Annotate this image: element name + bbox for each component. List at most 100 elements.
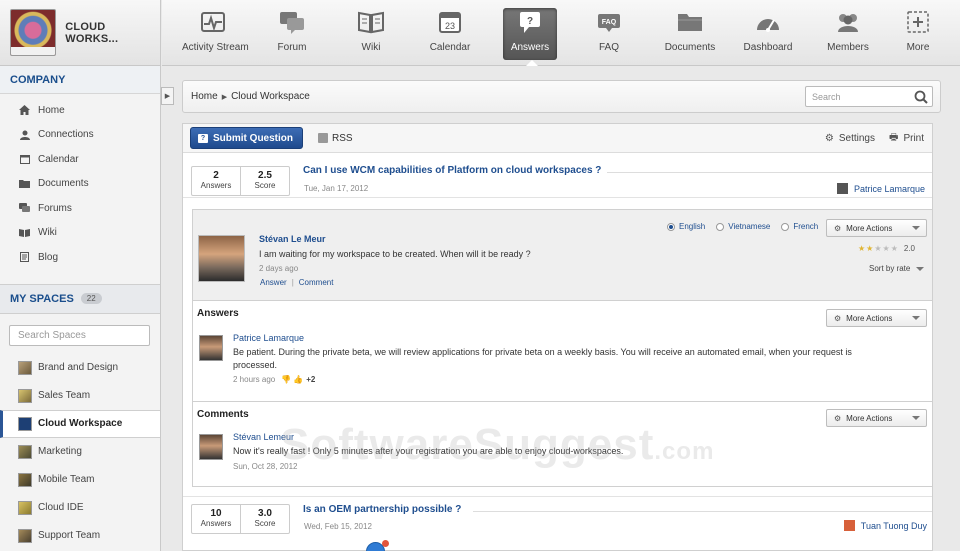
- chevron-right-icon: ▶: [221, 93, 228, 101]
- space-label: Mobile Team: [38, 474, 95, 485]
- question-detail: Stévan Le Meur I am waiting for my works…: [192, 209, 932, 487]
- rating-stars[interactable]: ★★ ★★★ 2.0: [858, 244, 915, 253]
- question-age: 2 days ago: [259, 264, 299, 273]
- tool-forum[interactable]: Forum: [261, 8, 323, 60]
- comment-text: Now it's really fast ! Only 5 minutes af…: [233, 446, 624, 456]
- chevron-down-icon: [912, 416, 920, 420]
- sort-dropdown[interactable]: Sort by rate: [869, 264, 925, 273]
- answer-link[interactable]: Answer: [260, 278, 287, 287]
- language-option-vietnamese[interactable]: Vietnamese: [716, 222, 770, 231]
- sidebar-item-wiki[interactable]: Wiki: [0, 221, 160, 246]
- rss-link[interactable]: RSS: [318, 133, 353, 144]
- app-toolbar: Activity Stream Forum Wiki 23 Calendar ?…: [162, 0, 960, 66]
- more-actions-label: More Actions: [846, 313, 893, 323]
- question-title[interactable]: Is an OEM partnership possible ?: [303, 504, 461, 515]
- asker-name[interactable]: Stévan Le Meur: [259, 234, 326, 244]
- tool-label: Answers: [510, 42, 550, 53]
- author-name: Tuan Tuong Duy: [860, 520, 927, 531]
- space-item-marketing[interactable]: Marketing: [0, 438, 160, 466]
- sidebar-item-home[interactable]: Home: [0, 98, 160, 123]
- radio: [781, 222, 790, 231]
- avatar[interactable]: [199, 335, 223, 361]
- submit-question-label: Submit Question: [213, 132, 293, 144]
- breadcrumb-current: Cloud Workspace: [231, 91, 310, 102]
- more-actions-label: More Actions: [846, 223, 893, 233]
- language-option-french[interactable]: French: [781, 222, 818, 231]
- question-date: Wed, Feb 15, 2012: [304, 522, 372, 531]
- thumbs-up-icon[interactable]: 👍: [293, 375, 303, 384]
- faq-icon: FAQ: [578, 8, 640, 36]
- space-thumbnail: [18, 472, 32, 487]
- submit-question-button[interactable]: ? Submit Question: [190, 127, 303, 149]
- tool-activity-stream[interactable]: Activity Stream: [182, 8, 249, 60]
- more-actions-button[interactable]: ⚙ More Actions: [826, 309, 927, 327]
- comment-date: Sun, Oct 28, 2012: [233, 462, 298, 471]
- tool-wiki[interactable]: Wiki: [340, 8, 402, 60]
- search-spaces-input[interactable]: Search Spaces: [9, 324, 150, 346]
- space-item-support-team[interactable]: Support Team: [0, 522, 160, 550]
- tool-answers[interactable]: ? Answers: [503, 8, 557, 60]
- space-item-cloud-ide[interactable]: Cloud IDE: [0, 494, 160, 522]
- space-item-brand-and-design[interactable]: Brand and Design: [0, 354, 160, 382]
- sidebar-item-documents[interactable]: Documents: [0, 172, 160, 197]
- question-text: I am waiting for my workspace to be crea…: [259, 249, 531, 259]
- comment-author[interactable]: Stévan Lemeur: [233, 432, 294, 442]
- thumbs-down-icon[interactable]: 👎: [281, 375, 291, 384]
- question-title[interactable]: Can I use WCM capabilities of Platform o…: [303, 165, 601, 176]
- actions-bar: ? Submit Question RSS ⚙ Settings 🖶 Print: [183, 124, 932, 153]
- more-actions-button[interactable]: ⚙ More Actions: [826, 219, 927, 237]
- search-icon[interactable]: [914, 90, 928, 104]
- space-label: Cloud Workspace: [38, 418, 123, 429]
- faq-icon-text: FAQ: [602, 19, 617, 26]
- space-item-cloud-workspace[interactable]: Cloud Workspace: [0, 409, 160, 438]
- sidebar-item-label: Connections: [38, 129, 94, 141]
- tool-more[interactable]: More: [887, 8, 949, 60]
- avatar[interactable]: [199, 434, 223, 460]
- tool-faq[interactable]: FAQ FAQ: [578, 8, 640, 60]
- tool-dashboard[interactable]: Dashboard: [737, 8, 799, 60]
- print-link[interactable]: Print: [903, 133, 924, 144]
- search-input[interactable]: Search: [805, 86, 933, 107]
- space-item-sales-team[interactable]: Sales Team: [0, 382, 160, 410]
- chevron-right-icon: ▶: [164, 93, 171, 100]
- sidebar-item-connections[interactable]: Connections: [0, 123, 160, 148]
- wiki-icon: [18, 227, 31, 238]
- question-box: Stévan Le Meur I am waiting for my works…: [193, 210, 932, 301]
- sidebar-item-label: Documents: [38, 178, 89, 190]
- spaces-count-badge: 22: [80, 293, 102, 304]
- answers-section: Answers ⚙ More Actions Patrice Lamarque …: [193, 301, 932, 402]
- breadcrumb: Home ▶ Cloud Workspace Search: [182, 80, 941, 113]
- question-row: 10 Answers 3.0 Score Is an OEM partnership…: [183, 496, 932, 546]
- calendar-icon: 23: [419, 8, 481, 36]
- language-option-english[interactable]: English: [667, 222, 705, 231]
- space-item-mobile-team[interactable]: Mobile Team: [0, 466, 160, 494]
- sidebar-item-blog[interactable]: Blog: [0, 245, 160, 270]
- more-actions-button[interactable]: ⚙ More Actions: [826, 409, 927, 427]
- tool-documents[interactable]: Documents: [659, 8, 721, 60]
- breadcrumb-home[interactable]: Home: [191, 91, 218, 102]
- sidebar-item-calendar[interactable]: Calendar: [0, 147, 160, 172]
- brand-header[interactable]: CLOUD WORKS...: [0, 0, 160, 66]
- sidebar-toggle-button[interactable]: ▶: [161, 87, 174, 105]
- svg-text:?: ?: [527, 16, 533, 27]
- question-author[interactable]: Tuan Tuong Duy: [843, 520, 927, 531]
- tool-label: Forum: [277, 42, 307, 53]
- space-thumbnail: [18, 388, 32, 403]
- tool-label: Calendar: [429, 42, 471, 53]
- star-icon-filled: ★★: [858, 244, 875, 253]
- sidebar-item-forums[interactable]: Forums: [0, 196, 160, 221]
- settings-link[interactable]: Settings: [839, 133, 875, 144]
- avatar[interactable]: [198, 235, 245, 282]
- search-placeholder: Search: [812, 91, 841, 102]
- my-spaces-header[interactable]: MY SPACES 22: [0, 283, 160, 314]
- answer-meta: 2 hours ago 👎 👍 +2: [233, 375, 315, 384]
- answer-author[interactable]: Patrice Lamarque: [233, 333, 304, 343]
- forum-icon: [261, 8, 323, 36]
- calendar-icon: [18, 154, 31, 165]
- calendar-day: 23: [445, 21, 455, 31]
- tool-members[interactable]: Members: [817, 8, 879, 60]
- question-author[interactable]: Patrice Lamarque: [836, 183, 925, 194]
- comment-link[interactable]: Comment: [299, 278, 334, 287]
- tool-calendar[interactable]: 23 Calendar: [419, 8, 481, 60]
- gears-icon: ⚙: [834, 223, 842, 233]
